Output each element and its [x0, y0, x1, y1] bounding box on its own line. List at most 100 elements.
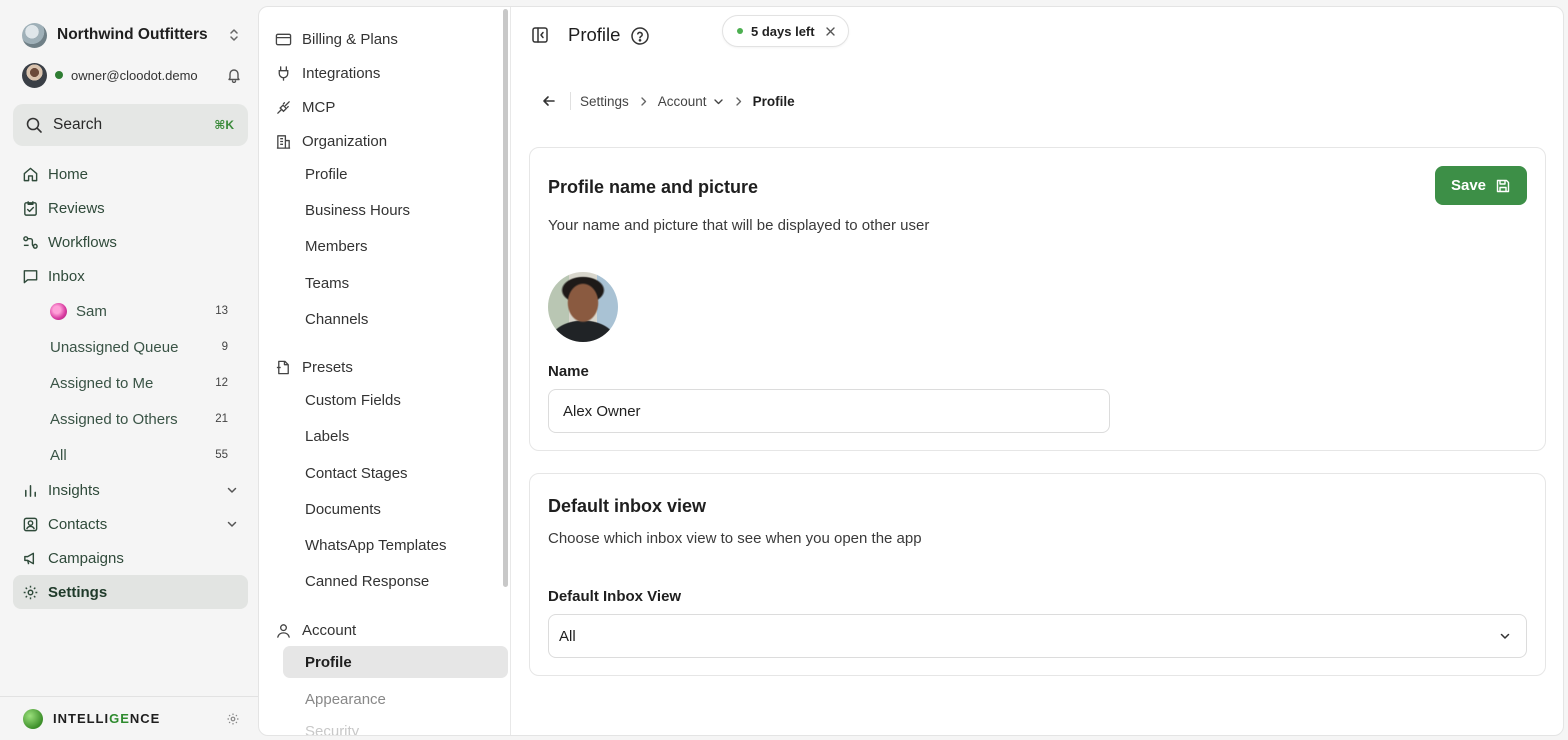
nav-label: Workflows	[48, 233, 117, 251]
nav-label: Reviews	[48, 199, 105, 217]
settings-item-business-hours[interactable]: Business Hours	[283, 194, 508, 226]
settings-item-canned-response[interactable]: Canned Response	[283, 565, 508, 597]
inbox-item-label: All	[50, 446, 67, 464]
main-panel: Billing & Plans Integrations MCP Organiz…	[258, 6, 1564, 736]
inbox-item-label: Assigned to Others	[50, 410, 178, 428]
inbox-item-assigned-to-others[interactable]: Assigned to Others 21	[13, 401, 248, 437]
plug-icon	[275, 65, 292, 82]
message-square-icon	[22, 268, 39, 285]
bell-icon[interactable]	[226, 67, 242, 83]
nav-item-insights[interactable]: Insights	[13, 473, 248, 507]
avatar	[22, 62, 47, 88]
default-inbox-view-label: Default Inbox View	[548, 588, 682, 605]
settings-item-org-profile[interactable]: Profile	[283, 158, 508, 190]
trial-label: 5 days left	[751, 23, 815, 39]
count-badge: 55	[215, 449, 228, 461]
inbox-item-unassigned-queue[interactable]: Unassigned Queue 9	[13, 329, 248, 365]
count-badge: 21	[215, 413, 228, 425]
settings-item-custom-fields[interactable]: Custom Fields	[283, 384, 508, 416]
settings-item-appearance[interactable]: Appearance	[283, 683, 508, 715]
nav-item-inbox[interactable]: Inbox	[13, 259, 248, 293]
settings-item-billing[interactable]: Billing & Plans	[275, 25, 398, 53]
settings-item-documents[interactable]: Documents	[283, 493, 508, 525]
nav-label: Settings	[48, 583, 108, 601]
chevron-right-icon	[638, 96, 649, 107]
inbox-item-assigned-to-me[interactable]: Assigned to Me 12	[13, 365, 248, 401]
nav-item-campaigns[interactable]: Campaigns	[13, 541, 248, 575]
settings-section-organization: Organization	[275, 127, 387, 155]
name-input[interactable]: Alex Owner	[548, 389, 1110, 433]
avatar	[50, 302, 67, 320]
chevron-right-icon	[733, 96, 744, 107]
save-icon	[1495, 178, 1511, 194]
breadcrumb-current: Profile	[752, 93, 795, 109]
settings-item-mcp[interactable]: MCP	[275, 93, 335, 121]
search-shortcut: ⌘K	[214, 118, 234, 132]
page-title: Profile	[568, 24, 621, 45]
building-icon	[275, 133, 292, 150]
nav-item-settings[interactable]: Settings	[13, 575, 248, 609]
count-badge: 12	[215, 377, 228, 389]
settings-item-teams[interactable]: Teams	[283, 267, 508, 299]
settings-item-labels[interactable]: Labels	[283, 420, 508, 452]
save-button[interactable]: Save	[1435, 166, 1527, 205]
user-menu[interactable]: owner@cloodot.demo	[22, 62, 242, 88]
breadcrumb: Settings Account Profile	[541, 91, 795, 111]
main-sidebar: Northwind Outfitters owner@cloodot.demo …	[0, 0, 258, 740]
default-inbox-card: Default inbox view Choose which inbox vi…	[529, 473, 1546, 676]
workspace-name: Northwind Outfitters	[57, 26, 208, 43]
settings-item-security[interactable]: Security	[283, 723, 508, 735]
sidebar-toggle-icon[interactable]	[531, 26, 549, 44]
inbox-item-label: Sam	[76, 302, 107, 320]
nav-label: Insights	[48, 481, 100, 499]
profile-picture[interactable]	[548, 272, 618, 342]
settings-item-contact-stages[interactable]: Contact Stages	[283, 457, 508, 489]
count-badge: 13	[215, 305, 228, 317]
inbox-item-label: Unassigned Queue	[50, 338, 179, 356]
contact-icon	[22, 516, 39, 533]
card-description: Your name and picture that will be displ…	[548, 217, 930, 234]
intelligence-label: INTELLIGENCE	[53, 711, 161, 726]
card-description: Choose which inbox view to see when you …	[548, 530, 922, 547]
search-button[interactable]: Search ⌘K	[13, 104, 248, 146]
nav-item-home[interactable]: Home	[13, 157, 248, 191]
default-inbox-view-select[interactable]: All	[548, 614, 1527, 658]
breadcrumb-settings[interactable]: Settings	[580, 94, 629, 109]
settings-item-integrations[interactable]: Integrations	[275, 59, 380, 87]
inbox-item-label: Assigned to Me	[50, 374, 154, 392]
inbox-item-all[interactable]: All 55	[13, 437, 248, 473]
nav-label: Home	[48, 165, 89, 183]
bar-chart-icon	[22, 482, 39, 499]
gear-icon	[22, 584, 39, 601]
breadcrumb-account[interactable]: Account	[658, 94, 707, 109]
gear-icon[interactable]	[226, 712, 240, 726]
name-label: Name	[548, 363, 589, 380]
settings-section-presets: Presets	[275, 353, 353, 381]
card-title: Default inbox view	[548, 496, 707, 516]
nav-item-reviews[interactable]: Reviews	[13, 191, 248, 225]
home-icon	[22, 166, 39, 183]
nav-item-workflows[interactable]: Workflows	[13, 225, 248, 259]
settings-item-members[interactable]: Members	[283, 230, 508, 262]
workspace-switcher[interactable]: Northwind Outfitters	[22, 22, 242, 48]
arrow-left-icon[interactable]	[541, 93, 557, 109]
help-icon[interactable]	[630, 26, 650, 46]
inbox-item-sam[interactable]: Sam 13	[13, 293, 248, 329]
main-nav: Home Reviews Workflows Inbox Sam 13 Unas…	[13, 157, 248, 609]
workspace-logo	[22, 22, 47, 48]
nav-label: Contacts	[48, 515, 108, 533]
chevron-down-icon[interactable]	[713, 96, 724, 107]
file-preset-icon	[275, 359, 292, 376]
workflow-icon	[22, 234, 39, 251]
settings-item-channels[interactable]: Channels	[283, 303, 508, 335]
settings-item-account-profile[interactable]: Profile	[283, 646, 508, 678]
settings-nav: Billing & Plans Integrations MCP Organiz…	[259, 7, 511, 735]
select-value: All	[559, 627, 576, 645]
nav-item-contacts[interactable]: Contacts	[13, 507, 248, 541]
close-icon[interactable]	[825, 26, 836, 37]
nav-label: Inbox	[48, 267, 85, 285]
intelligence-bar[interactable]: INTELLIGENCE	[0, 696, 258, 740]
settings-item-whatsapp-templates[interactable]: WhatsApp Templates	[283, 529, 508, 561]
count-badge: 9	[221, 341, 228, 353]
user-icon	[275, 622, 292, 639]
